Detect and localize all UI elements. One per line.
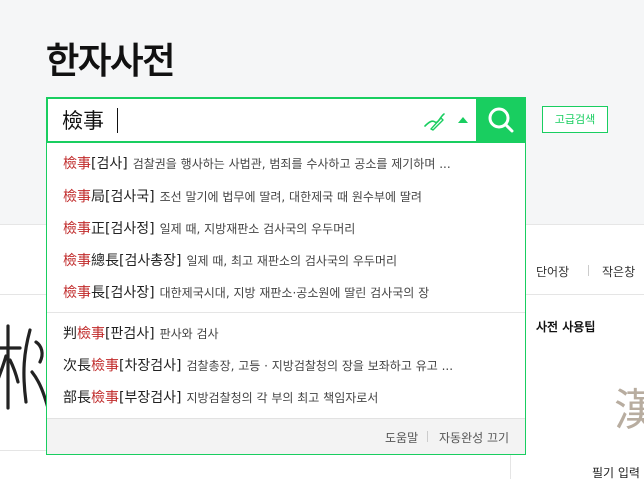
content-divider [0,450,46,451]
text-caret [117,108,118,133]
handwriting-icon[interactable] [423,111,447,131]
tab-small-window[interactable]: 작은창 [602,263,635,280]
search-input[interactable] [62,105,402,135]
suggestion-item[interactable]: 檢事[검사] 검찰권을 행사하는 사법관, 범죄를 수사하고 공소를 제기하며 .… [63,153,508,173]
suggestion-item[interactable]: 檢事總長[검사총장] 일제 때, 최고 재판소의 검사국의 우두머리 [63,250,508,270]
suggestion-divider [47,312,525,313]
autocomplete-dropdown: 檢事[검사] 검찰권을 행사하는 사법관, 범죄를 수사하고 공소를 제기하며 .… [46,143,526,455]
search-box[interactable] [46,97,478,143]
seal-script-glyph [0,324,50,410]
content-divider [0,294,46,295]
suggestion-item[interactable]: 部長檢事[부장검사] 지방검찰청의 각 부의 최고 책임자로서 [63,387,508,407]
search-button[interactable] [476,97,526,143]
suggestion-item[interactable]: 檢事局[검사국] 조선 말기에 법무에 딸려, 대한제국 때 원수부에 딸려 [63,186,508,206]
advanced-search-button[interactable]: 고급검색 [542,106,608,133]
help-link[interactable]: 도움말 [385,429,418,446]
search-icon [488,107,514,133]
dropdown-footer: 도움말 자동완성 끄기 [47,418,525,454]
tab-separator [588,265,589,276]
tips-title: 사전 사용팁 [536,320,596,334]
tab-vocab[interactable]: 단어장 [536,263,569,280]
suggestion-item[interactable]: 檢事正[검사정] 일제 때, 지방재판소 검사국의 우두머리 [63,218,508,238]
page-title: 한자사전 [46,41,175,82]
arrow-up-icon[interactable] [458,117,468,123]
footer-separator [427,431,428,442]
autocomplete-off-link[interactable]: 자동완성 끄기 [439,429,509,446]
suggestion-item[interactable]: 判檢事[판검사] 판사와 검사 [63,323,508,343]
suggestion-item[interactable]: 檢事長[검사장] 대한제국시대, 지방 재판소·공소원에 딸린 검사국의 장 [63,282,508,302]
tip-illustration-char: 漢 [614,385,644,436]
suggestion-item[interactable]: 次長檢事[차장검사] 검찰총장, 고등 · 지방검찰청의 장을 보좌하고 유고 .… [63,355,508,375]
right-panel-divider [510,294,644,295]
handwriting-input-label: 필기 입력 [592,466,640,480]
